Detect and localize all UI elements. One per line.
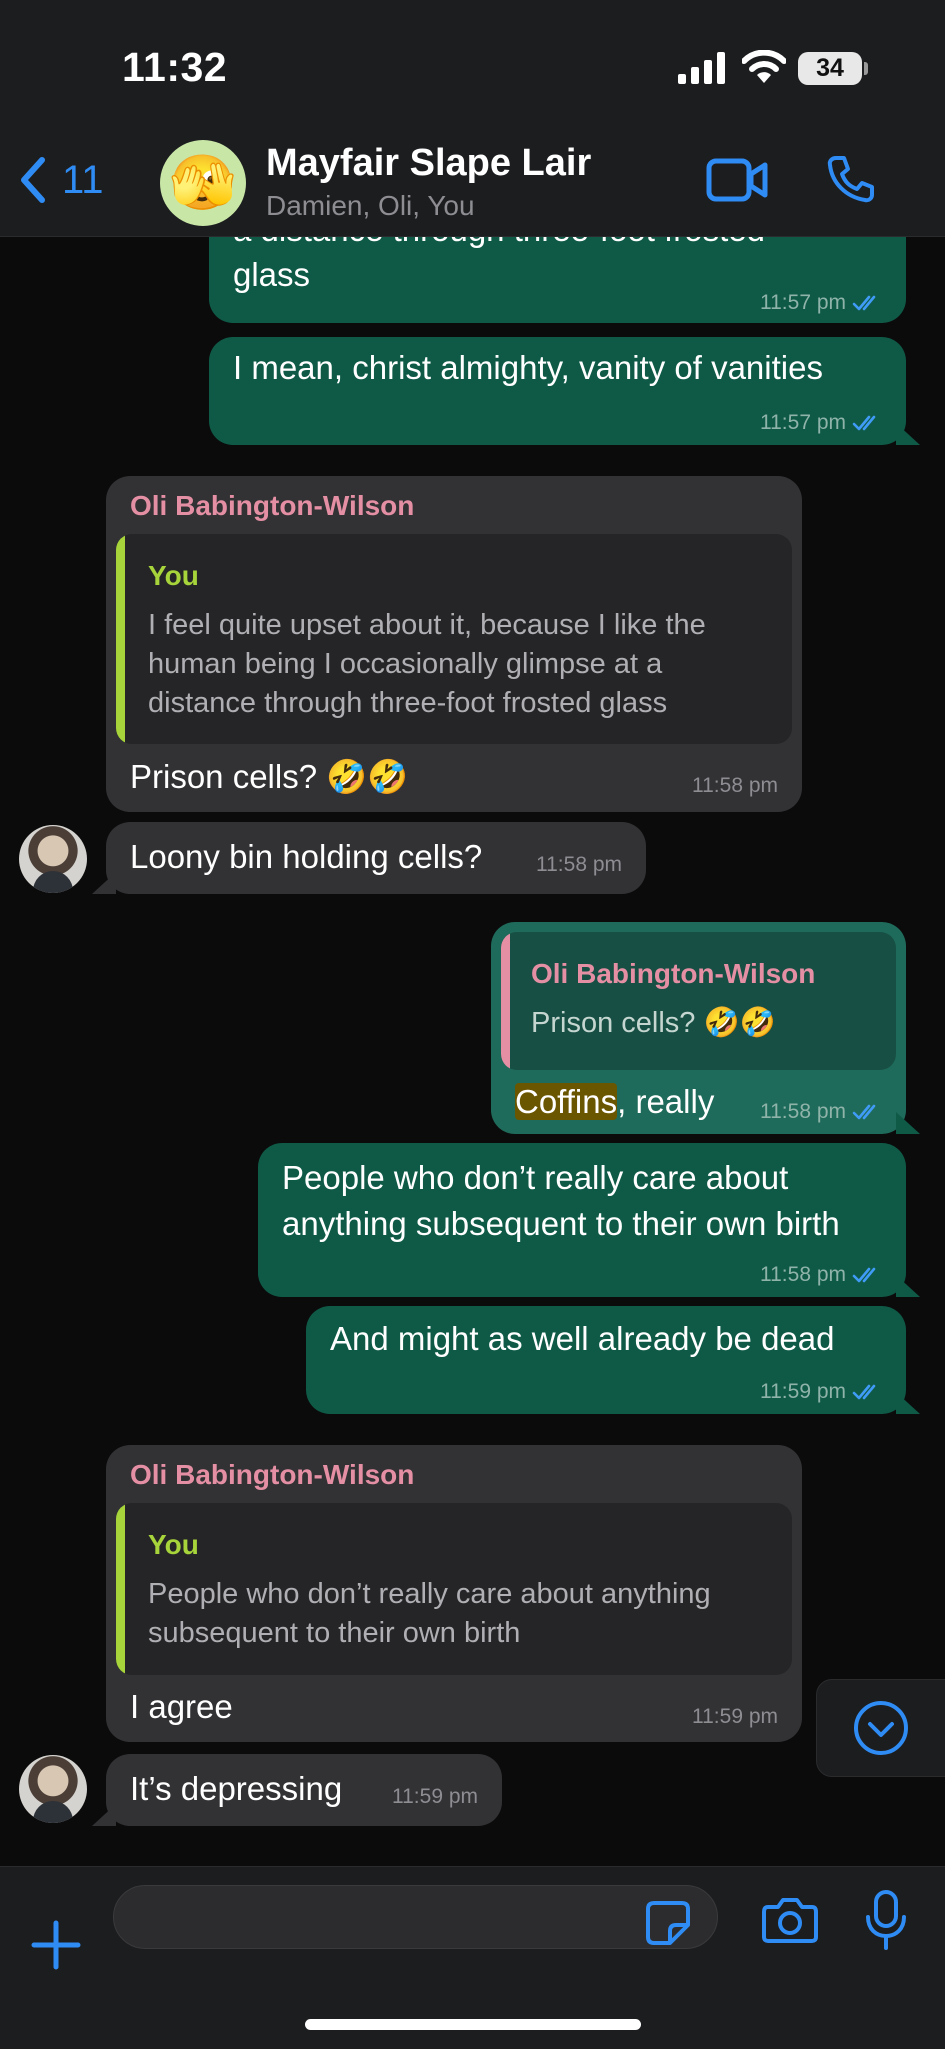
message-text: I mean, christ almighty, vanity of vanit…	[233, 349, 823, 386]
quote-author: Oli Babington-Wilson	[531, 958, 816, 989]
battery-indicator: 34	[798, 52, 862, 85]
group-avatar[interactable]: 🫣	[160, 140, 246, 226]
back-chevron-icon	[21, 157, 45, 203]
message-text-line: a distance through three-foot frosted	[233, 237, 765, 253]
quote-author: You	[148, 1529, 199, 1560]
sender-name: Oli Babington-Wilson	[130, 490, 415, 521]
wifi-icon	[742, 50, 786, 83]
quote-bar	[501, 932, 510, 1070]
phone-icon[interactable]	[826, 154, 876, 204]
quote-text-line: distance through three-foot frosted glas…	[148, 687, 668, 719]
outgoing-message[interactable]: And might as well already be dead 11:59 …	[306, 1306, 920, 1414]
message-text: Coffins, really	[515, 1079, 714, 1125]
avatar-figure	[33, 871, 73, 893]
message-meta: 11:57 pm	[760, 411, 882, 435]
quote-text-line: human being I occasionally glimpse at a	[148, 648, 663, 680]
message-composer	[0, 1866, 945, 2049]
message-text: And might as well already be dead	[330, 1320, 835, 1357]
message-time: 11:57 pm	[760, 411, 846, 434]
message-meta: 11:57 pm	[760, 291, 882, 315]
quote-text-line: subsequent to their own birth	[148, 1617, 521, 1649]
message-time: 11:58 pm	[760, 1100, 846, 1123]
incoming-message[interactable]: Loony bin holding cells? 11:58 pm	[92, 822, 646, 894]
outgoing-message[interactable]: I mean, christ almighty, vanity of vanit…	[209, 337, 920, 445]
message-text-line: glass	[233, 256, 311, 293]
incoming-message[interactable]: Oli Babington-Wilson You People who don’…	[106, 1445, 802, 1742]
message-time: 11:58 pm	[536, 853, 622, 876]
quote-text: Prison cells? 🤣🤣	[531, 1007, 776, 1039]
avatar-figure	[33, 1801, 73, 1823]
status-bar: 11:32 34	[0, 0, 945, 130]
search-highlight: Coffins	[515, 1083, 618, 1120]
unread-count: 11	[62, 157, 104, 202]
quote-text-line: I feel quite upset about it, because I l…	[148, 609, 706, 641]
message-time: 11:58 pm	[760, 1263, 846, 1286]
chat-messages[interactable]: a distance through three-foot frosted gl…	[0, 237, 945, 1865]
camera-icon[interactable]	[762, 1895, 818, 1945]
double-check-icon	[852, 1267, 876, 1283]
incoming-message[interactable]: It’s depressing 11:59 pm	[92, 1754, 502, 1826]
chevron-down-icon	[854, 1701, 908, 1755]
microphone-icon[interactable]	[864, 1889, 908, 1951]
quote-author: You	[148, 560, 199, 591]
group-avatar-emoji: 🫣	[169, 151, 237, 214]
sender-name: Oli Babington-Wilson	[130, 1459, 415, 1490]
message-text: Prison cells? 🤣🤣	[130, 758, 409, 795]
double-check-icon	[852, 1104, 876, 1120]
message-time: 11:59 pm	[392, 1785, 478, 1808]
cellular-signal-icon	[678, 52, 725, 84]
scroll-to-bottom-button[interactable]	[816, 1679, 945, 1777]
message-input[interactable]	[113, 1885, 718, 1949]
plus-icon[interactable]	[30, 1919, 82, 1971]
message-text: Loony bin holding cells?	[130, 838, 483, 875]
avatar[interactable]	[19, 1755, 87, 1823]
outgoing-message[interactable]: Oli Babington-Wilson Prison cells? 🤣🤣 Co…	[491, 922, 920, 1134]
home-indicator	[305, 2019, 641, 2030]
message-meta: 11:59 pm	[760, 1380, 882, 1404]
message-time: 11:59 pm	[692, 1705, 778, 1728]
group-members[interactable]: Damien, Oli, You	[266, 190, 475, 222]
message-meta: 11:58 pm	[760, 1263, 882, 1287]
message-time: 11:59 pm	[760, 1380, 846, 1403]
battery-tip	[864, 62, 868, 75]
message-text-line: People who don’t really care about	[282, 1159, 789, 1196]
message-time: 11:58 pm	[692, 774, 778, 797]
outgoing-message[interactable]: a distance through three-foot frosted gl…	[209, 237, 906, 323]
message-text-line: anything subsequent to their own birth	[282, 1205, 840, 1242]
message-time: 11:57 pm	[760, 291, 846, 314]
double-check-icon	[852, 295, 876, 311]
double-check-icon	[852, 415, 876, 431]
message-text: It’s depressing	[130, 1770, 343, 1807]
group-name[interactable]: Mayfair Slape Lair	[266, 142, 591, 185]
quote-bar	[116, 534, 125, 744]
status-time: 11:32	[122, 44, 228, 90]
video-call-icon[interactable]	[706, 158, 768, 202]
quote-bar	[116, 1503, 125, 1675]
avatar[interactable]	[19, 825, 87, 893]
message-text-rest: , really	[617, 1083, 715, 1120]
message-meta: 11:58 pm	[760, 1100, 882, 1124]
outgoing-message[interactable]: People who don’t really care about anyth…	[258, 1143, 920, 1297]
back-button[interactable]: 11	[18, 156, 104, 204]
quoted-message[interactable]: Oli Babington-Wilson Prison cells? 🤣🤣	[501, 932, 896, 1070]
sticker-icon[interactable]	[644, 1899, 692, 1947]
chat-header: 11 🫣 Mayfair Slape Lair Damien, Oli, You	[0, 130, 945, 237]
quoted-message[interactable]: You People who don’t really care about a…	[116, 1503, 792, 1675]
incoming-message[interactable]: Oli Babington-Wilson You I feel quite up…	[106, 476, 802, 812]
double-check-icon	[852, 1384, 876, 1400]
message-text: I agree	[130, 1688, 233, 1725]
quoted-message[interactable]: You I feel quite upset about it, because…	[116, 534, 792, 744]
quote-text-line: People who don’t really care about anyth…	[148, 1578, 711, 1610]
